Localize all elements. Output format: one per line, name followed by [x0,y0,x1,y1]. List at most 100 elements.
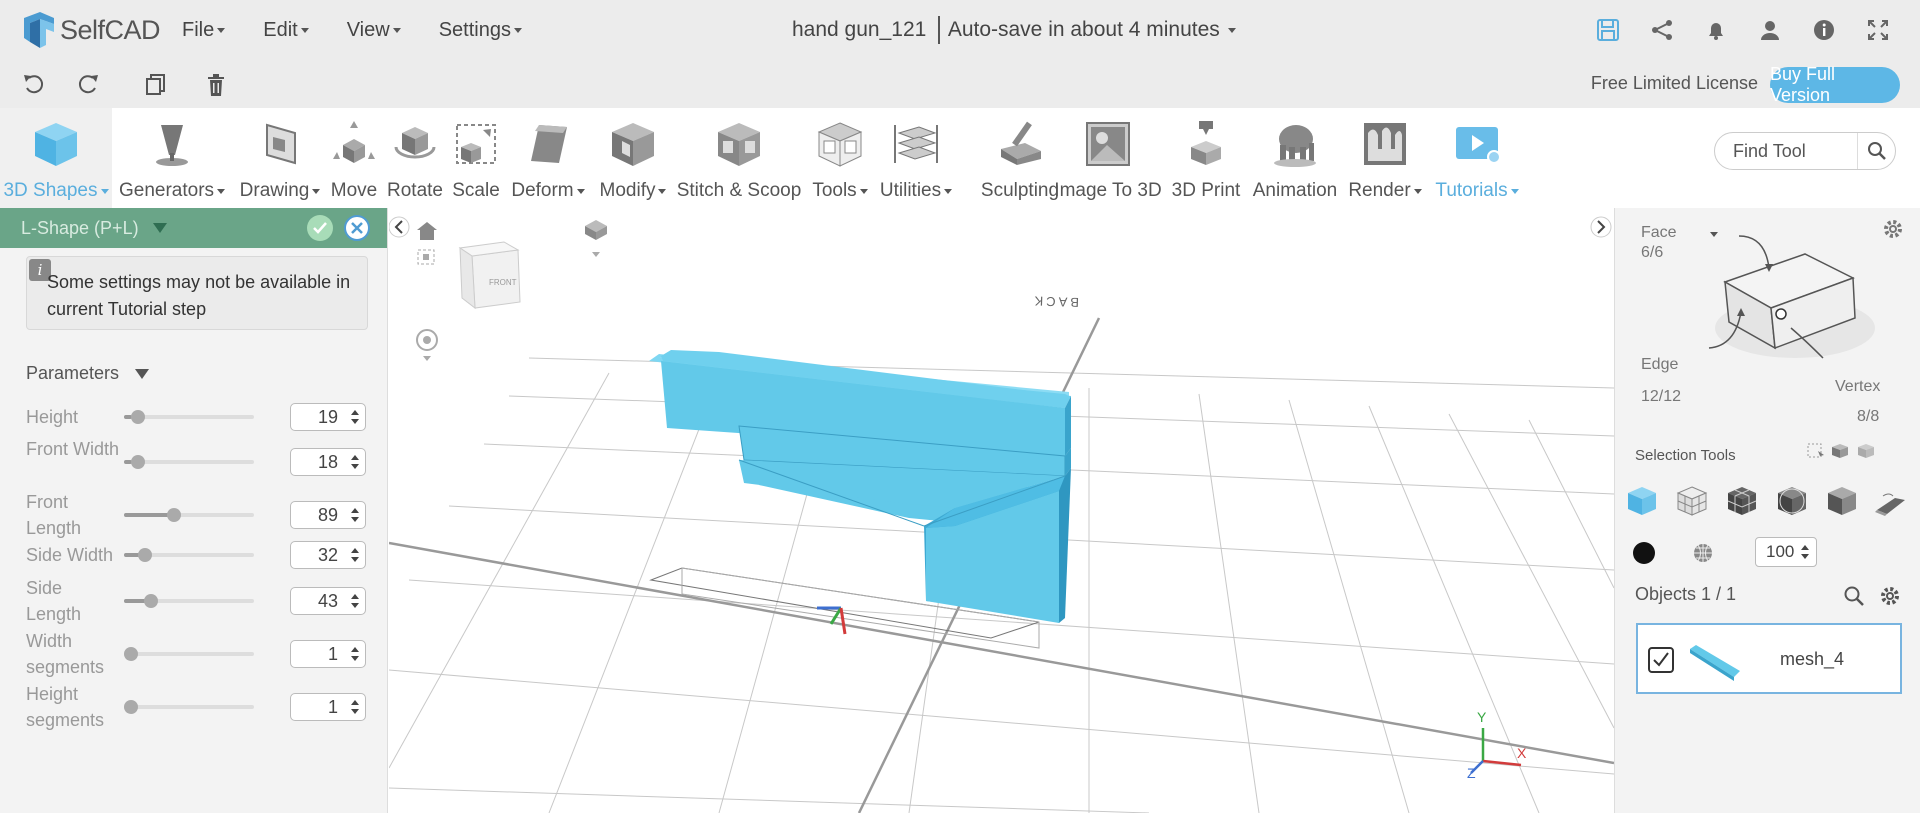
bell-icon[interactable] [1702,16,1730,44]
autosave-status[interactable]: Auto-save in about 4 minutes [948,18,1220,42]
tool-scale[interactable]: Scale [448,108,504,208]
param-value[interactable]: 18 [318,452,338,472]
color-swatch[interactable] [1633,542,1655,564]
tool-move[interactable]: Move [326,108,382,208]
dropdown-triangle-icon[interactable] [152,223,167,233]
stepper-arrows-icon[interactable] [351,699,359,715]
menu-edit[interactable]: Edit [263,19,309,42]
stepper-arrows-icon[interactable] [351,547,359,563]
home-view-icon[interactable] [417,222,437,240]
param-slider-knob[interactable] [124,647,138,661]
select-face-grid-icon[interactable] [1675,484,1709,518]
param-value-input[interactable]: 18 [290,448,366,476]
param-value[interactable]: 43 [318,591,338,611]
orbit-icon[interactable] [416,329,438,361]
tool-stitch-scoop[interactable]: Stitch & Scoop [676,108,802,208]
stepper-arrows-icon[interactable] [351,454,359,470]
select-plane-icon[interactable] [1873,490,1907,518]
param-value-input[interactable]: 1 [290,693,366,721]
user-icon[interactable] [1756,16,1784,44]
select-half-icon[interactable] [1825,484,1859,518]
stepper-arrows-icon[interactable] [351,593,359,609]
param-slider[interactable] [124,508,254,522]
fit-view-icon[interactable] [417,249,435,265]
menu-file[interactable]: File [182,19,226,42]
save-icon[interactable] [1594,16,1622,44]
param-slider-knob[interactable] [143,594,158,608]
object-name[interactable]: mesh_4 [1780,649,1844,670]
vertex-label[interactable]: Vertex [1835,378,1880,396]
viewport-scene[interactable]: BACK FRONT Y X Z [389,208,1614,813]
tool-animation[interactable]: Animation [1244,108,1346,208]
select-mesh-icon[interactable] [1725,484,1759,518]
param-value[interactable]: 32 [318,545,338,565]
tool-deform[interactable]: Deform [504,108,592,208]
param-value[interactable]: 89 [318,505,338,525]
search-icon[interactable] [1843,585,1865,607]
tool-3d-print[interactable]: 3D Print [1164,108,1248,208]
confirm-button[interactable] [307,215,333,241]
param-slider[interactable] [124,594,254,608]
param-slider[interactable] [124,700,254,714]
tool-tutorials[interactable]: Tutorials [1428,108,1526,208]
param-value-input[interactable]: 19 [290,403,366,431]
info-icon[interactable] [1810,16,1838,44]
stepper-arrows-icon[interactable] [351,646,359,662]
3d-viewport[interactable]: BACK FRONT Y X Z [389,208,1614,813]
menu-view[interactable]: View [347,19,401,42]
param-slider[interactable] [124,548,254,562]
face-label[interactable]: Face [1641,224,1677,242]
redo-icon[interactable] [74,70,102,98]
tool-modify[interactable]: Modify [594,108,672,208]
stepper-arrows-icon[interactable] [351,409,359,425]
parameters-heading[interactable]: Parameters [26,363,150,384]
app-logo[interactable]: SelfCAD [20,10,170,50]
view-cube[interactable]: FRONT [458,241,521,310]
buy-full-version-button[interactable]: Buy Full Version [1770,64,1900,105]
tool-drawing[interactable]: Drawing [230,108,330,208]
tool-3d-shapes[interactable]: 3D Shapes [0,108,112,208]
menu-settings[interactable]: Settings [439,19,522,42]
tool-render[interactable]: Render [1344,108,1426,208]
param-value-input[interactable]: 32 [290,541,366,569]
l-shape-model[interactable] [649,350,1071,623]
tool-generators[interactable]: Generators [119,108,226,208]
param-slider-knob[interactable] [130,455,145,469]
wireframe-sphere-icon[interactable] [1691,541,1715,565]
share-icon[interactable] [1648,16,1676,44]
cancel-button[interactable] [344,215,370,241]
edge-label[interactable]: Edge [1641,356,1678,374]
find-tool-search[interactable]: Find Tool [1714,132,1896,170]
select-solid-icon[interactable] [1775,484,1809,518]
param-slider-knob[interactable] [130,410,145,424]
gear-icon[interactable] [1879,585,1901,607]
param-value[interactable]: 1 [328,644,338,664]
param-value-input[interactable]: 89 [290,501,366,529]
param-slider[interactable] [124,410,254,424]
delete-icon[interactable] [202,70,230,98]
find-tool-input[interactable]: Find Tool [1733,141,1857,162]
tool-utilities[interactable]: Utilities [874,108,958,208]
collapse-right-panel-icon[interactable] [1590,216,1612,238]
param-value-input[interactable]: 43 [290,587,366,615]
param-slider-knob[interactable] [137,548,152,562]
opacity-value[interactable]: 100 [1766,542,1794,561]
undo-icon[interactable] [20,70,48,98]
select-object-cube-icon[interactable] [1625,484,1659,518]
caret-down-icon[interactable] [1227,27,1236,33]
param-slider[interactable] [124,647,254,661]
gear-icon[interactable] [1882,218,1904,240]
search-icon[interactable] [1857,133,1895,169]
object-list-item[interactable]: mesh_4 [1636,623,1902,694]
tool-tools[interactable]: Tools [806,108,874,208]
selection-mode-cube[interactable] [1705,228,1885,368]
stepper-arrows-icon[interactable] [351,507,359,523]
object-visibility-checkbox[interactable] [1648,647,1674,673]
copy-icon[interactable] [142,70,170,98]
fullscreen-icon[interactable] [1864,16,1892,44]
param-value-input[interactable]: 1 [290,640,366,668]
stepper-arrows-icon[interactable] [1800,544,1810,560]
param-slider-knob[interactable] [166,508,181,522]
param-value[interactable]: 19 [318,407,338,427]
param-slider[interactable] [124,455,254,469]
